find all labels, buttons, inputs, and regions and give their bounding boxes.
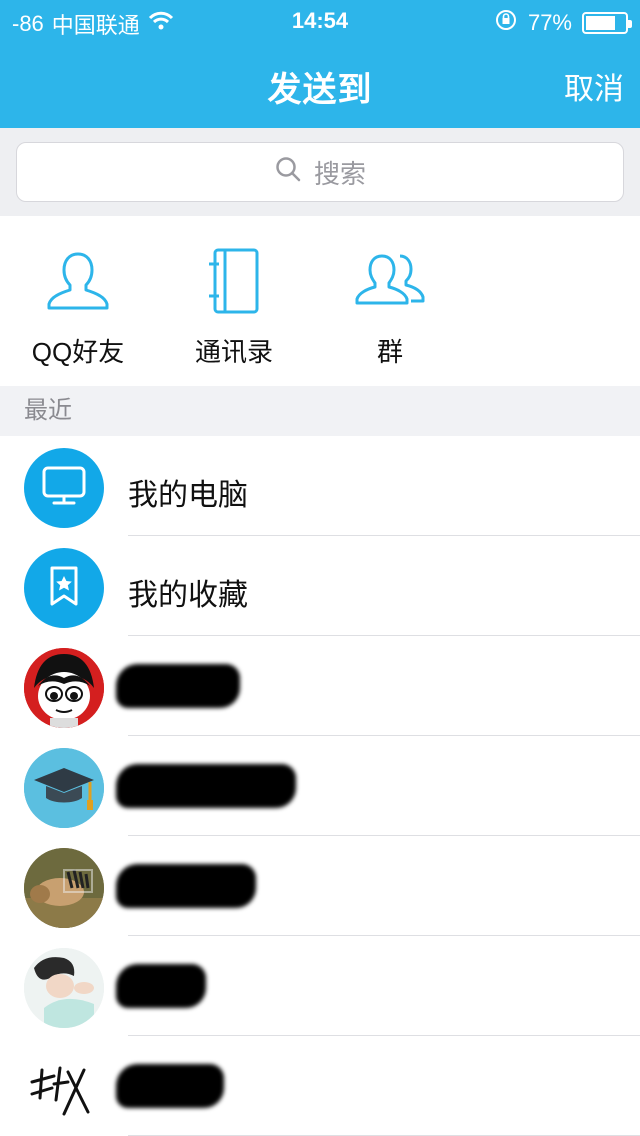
- list-item-contact[interactable]: [0, 836, 640, 936]
- computer-icon: [40, 464, 88, 513]
- redacted-name: [116, 764, 296, 808]
- recent-list: 我的电脑 我的收藏: [0, 436, 640, 1136]
- search-placeholder: 搜索: [313, 158, 366, 189]
- search-bar: 搜索: [0, 128, 640, 216]
- avatar: [24, 948, 104, 1028]
- avatar: [24, 1048, 104, 1128]
- section-header-recent: 最近: [0, 386, 640, 436]
- redacted-name: [116, 1064, 224, 1108]
- quick-entry-label: QQ好友: [31, 337, 125, 367]
- search-input[interactable]: 搜索: [16, 142, 624, 202]
- list-item-name: 我的电脑: [128, 479, 248, 512]
- cartoon-avatar-image: [24, 648, 104, 728]
- list-item-contact[interactable]: [0, 736, 640, 836]
- qq-friends-entry[interactable]: QQ好友: [0, 246, 156, 369]
- quick-entry-label: 通讯录: [194, 337, 273, 367]
- redacted-name: [116, 664, 240, 708]
- page-title: 发送到: [267, 71, 373, 109]
- list-item-contact[interactable]: [0, 1036, 640, 1136]
- header: -86 中国联通 14:54 77% 发送到 取消: [0, 0, 640, 128]
- rotation-lock-icon: [494, 8, 518, 38]
- address-book-icon: [156, 246, 312, 316]
- list-item-contact[interactable]: [0, 636, 640, 736]
- graduation-cap-icon: [24, 748, 104, 828]
- avatar: [24, 648, 104, 728]
- list-item-contact[interactable]: [0, 936, 640, 1036]
- bookmark-icon: [44, 564, 84, 613]
- battery-fill: [586, 16, 615, 30]
- contacts-entry[interactable]: 通讯录: [156, 246, 312, 369]
- avatar: [24, 548, 104, 628]
- status-right: 77%: [494, 8, 632, 38]
- redacted-name: [116, 964, 206, 1008]
- battery-percent: 77%: [527, 10, 572, 35]
- group-icon: [312, 246, 468, 316]
- person-icon: [0, 246, 156, 316]
- avatar: [24, 448, 104, 528]
- avatar: [24, 848, 104, 928]
- portrait-photo-avatar: [24, 948, 104, 1028]
- groups-entry[interactable]: 群: [312, 246, 468, 369]
- quick-entries: QQ好友 通讯录 群: [0, 216, 640, 386]
- list-item-my-computer[interactable]: 我的电脑: [0, 436, 640, 536]
- avatar: [24, 748, 104, 828]
- cancel-button[interactable]: 取消: [564, 64, 624, 108]
- animal-photo-avatar: [24, 848, 104, 928]
- list-item-name: 我的收藏: [128, 579, 248, 612]
- status-bar: -86 中国联通 14:54 77%: [0, 0, 640, 40]
- list-item-my-favorites[interactable]: 我的收藏: [0, 536, 640, 636]
- quick-entry-label: 群: [376, 337, 403, 367]
- search-icon: [274, 155, 302, 190]
- calligraphy-avatar: [24, 1048, 104, 1128]
- redacted-name: [116, 864, 256, 908]
- battery-icon: [582, 12, 632, 34]
